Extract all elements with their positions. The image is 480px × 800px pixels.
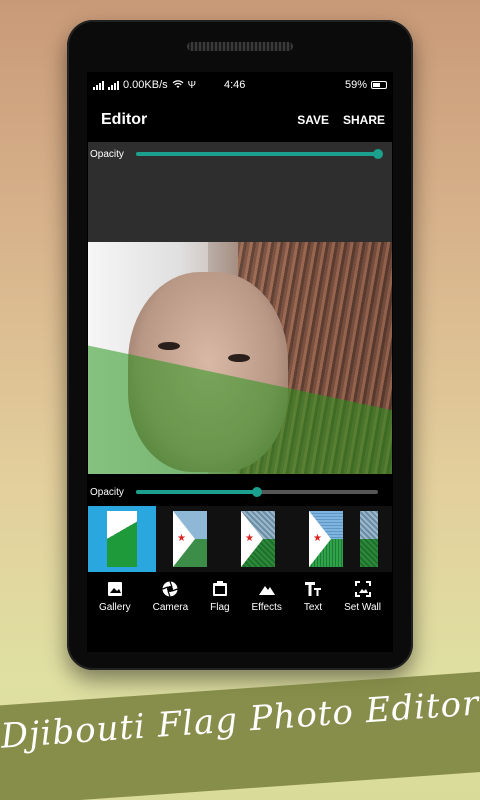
top-opacity-label: Opacity <box>90 148 124 160</box>
status-left: 0.00KB/s Ψ <box>93 79 196 92</box>
bottom-opacity-thumb[interactable] <box>252 487 262 497</box>
flag-thumbnail[interactable]: ★ <box>156 506 224 572</box>
flag-thumbnail-image: ★ <box>173 511 207 567</box>
set-wall-icon <box>354 580 371 597</box>
flag-thumbnail-image: ★ <box>309 511 343 567</box>
effects-label: Effects <box>251 601 282 613</box>
network-speed: 0.00KB/s <box>123 79 168 91</box>
flag-thumbnail[interactable]: ★ <box>292 506 360 572</box>
photo-preview[interactable] <box>88 242 392 474</box>
status-time: 4:46 <box>224 79 246 91</box>
speaker-grille <box>187 42 293 51</box>
flag-thumbnail-image <box>360 511 378 567</box>
phone-frame: 0.00KB/s Ψ 4:46 59% Editor SAVE SHARE Op… <box>67 20 413 670</box>
signal-icon-2 <box>108 80 119 90</box>
app-bar-actions: SAVE SHARE <box>297 113 385 127</box>
bottom-opacity-label: Opacity <box>90 486 124 498</box>
usb-icon: Ψ <box>187 79 196 91</box>
bottom-opacity-row: Opacity <box>88 480 392 504</box>
page-title: Editor <box>101 111 148 128</box>
camera-icon <box>162 580 179 597</box>
status-right: 59% <box>345 79 387 91</box>
camera-button[interactable]: Camera <box>152 580 189 613</box>
top-opacity-fill <box>136 152 378 156</box>
flag-thumbnail[interactable]: ★ <box>224 506 292 572</box>
top-opacity-thumb[interactable] <box>373 149 383 159</box>
gallery-label: Gallery <box>98 601 131 613</box>
text-button[interactable]: Text <box>304 580 322 613</box>
status-bar: 0.00KB/s Ψ 4:46 59% <box>87 72 393 98</box>
text-label: Text <box>303 601 323 613</box>
flag-thumbnail[interactable] <box>360 506 392 572</box>
bottom-toolbar: Gallery Camera Flag Effects Text Set Wal… <box>88 572 392 620</box>
top-opacity-row: Opacity <box>88 142 392 166</box>
gallery-icon <box>107 581 122 596</box>
battery-percent: 59% <box>344 79 367 91</box>
text-icon <box>305 581 321 596</box>
flag-icon <box>212 580 227 596</box>
effects-button[interactable]: Effects <box>252 580 282 613</box>
share-button[interactable]: SHARE <box>343 113 385 127</box>
flag-thumbnail-image <box>107 511 137 567</box>
editor-canvas: Opacity <box>88 142 392 474</box>
signal-icon <box>93 80 104 90</box>
set-wall-button[interactable]: Set Wall <box>344 580 381 613</box>
bottom-opacity-slider[interactable] <box>136 487 378 497</box>
app-bar: Editor SAVE SHARE <box>87 98 393 142</box>
wifi-icon <box>172 79 184 92</box>
save-button[interactable]: SAVE <box>297 113 329 127</box>
photo-eye-right <box>228 354 250 362</box>
flag-thumbnail-strip: ★ ★ ★ <box>88 506 392 572</box>
effects-icon <box>258 585 275 595</box>
gallery-button[interactable]: Gallery <box>99 580 131 613</box>
bottom-opacity-fill <box>136 490 257 494</box>
set-wall-label: Set Wall <box>344 601 381 613</box>
camera-label: Camera <box>152 601 189 613</box>
flag-button[interactable]: Flag <box>210 580 230 613</box>
flag-thumbnail-selected[interactable] <box>88 506 156 572</box>
flag-thumbnail-image: ★ <box>241 511 275 567</box>
app-screen: 0.00KB/s Ψ 4:46 59% Editor SAVE SHARE Op… <box>87 72 393 652</box>
flag-label: Flag <box>210 601 230 613</box>
photo-eye-left <box>158 342 180 350</box>
battery-icon <box>371 81 387 89</box>
top-opacity-slider[interactable] <box>136 149 383 159</box>
